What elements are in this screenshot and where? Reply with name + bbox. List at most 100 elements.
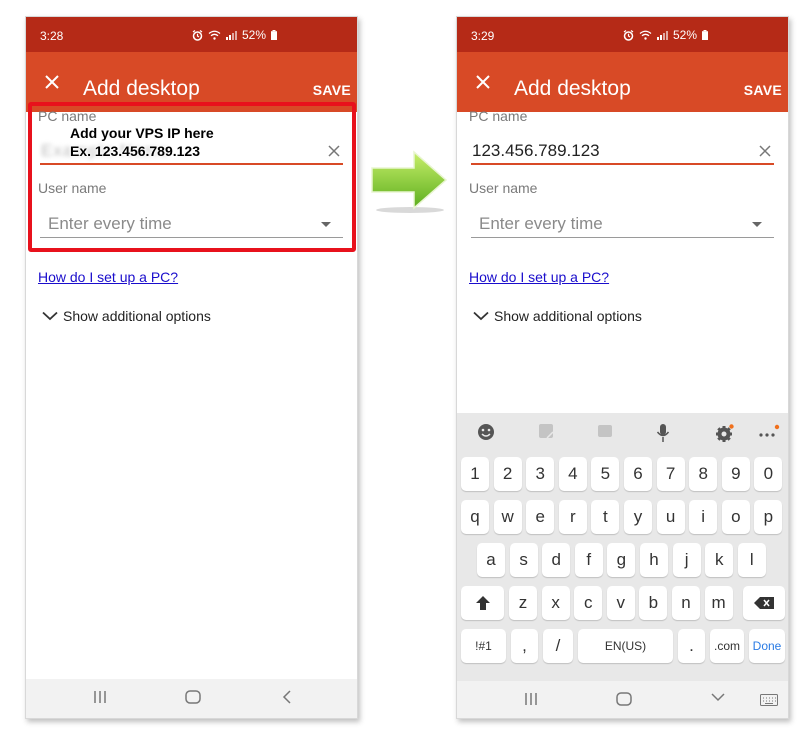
key-a-0[interactable]: a bbox=[477, 543, 505, 577]
emoji-icon[interactable] bbox=[477, 423, 495, 441]
app-bar: Add desktop SAVE bbox=[26, 52, 357, 112]
chevron-down-icon bbox=[42, 311, 58, 321]
user-name-dropdown[interactable]: Enter every time bbox=[40, 209, 343, 238]
key-z-2[interactable]: c bbox=[574, 586, 603, 620]
recent-apps-icon[interactable] bbox=[93, 690, 107, 704]
key-q-1[interactable]: w bbox=[493, 500, 522, 534]
key-q-6[interactable]: u bbox=[656, 500, 685, 534]
key-q-2[interactable]: e bbox=[526, 500, 555, 534]
left-phone-screen: 3:28 52% Add desktop SAVE PC name Exampl… bbox=[25, 16, 358, 719]
key-numbers-0[interactable]: 1 bbox=[461, 457, 489, 491]
help-link[interactable]: How do I set up a PC? bbox=[38, 269, 178, 285]
close-button[interactable] bbox=[38, 68, 66, 96]
alarm-icon bbox=[192, 29, 203, 41]
battery-percent: 52% bbox=[673, 28, 698, 42]
key-a-8[interactable]: l bbox=[737, 543, 766, 577]
key-q-3[interactable]: r bbox=[558, 500, 587, 534]
more-icon[interactable] bbox=[758, 423, 780, 443]
alarm-icon bbox=[623, 29, 634, 41]
key-z-6[interactable]: m bbox=[704, 586, 733, 620]
chevron-down-icon bbox=[473, 311, 489, 321]
key-numbers-9[interactable]: 0 bbox=[754, 457, 783, 491]
key-numbers-4[interactable]: 5 bbox=[591, 457, 620, 491]
backspace-key[interactable] bbox=[743, 586, 785, 620]
user-name-value: Enter every time bbox=[48, 214, 172, 233]
user-name-label: User name bbox=[469, 180, 538, 196]
key-q-7[interactable]: i bbox=[689, 500, 718, 534]
key-z-0[interactable]: z bbox=[509, 586, 537, 620]
period-key[interactable]: . bbox=[678, 629, 705, 663]
status-time: 3:29 bbox=[471, 29, 495, 43]
show-additional-options[interactable]: Show additional options bbox=[42, 308, 211, 324]
recent-apps-icon[interactable] bbox=[524, 692, 538, 706]
close-button[interactable] bbox=[469, 68, 497, 96]
key-a-3[interactable]: f bbox=[574, 543, 603, 577]
show-additional-options-label: Show additional options bbox=[63, 308, 211, 324]
key-numbers-7[interactable]: 8 bbox=[689, 457, 718, 491]
symbols-key[interactable]: !#1 bbox=[461, 629, 506, 663]
pc-name-value: 123.456.789.123 bbox=[472, 141, 600, 160]
key-a-2[interactable]: d bbox=[542, 543, 571, 577]
dotcom-key[interactable]: .com bbox=[710, 629, 744, 663]
key-q-8[interactable]: o bbox=[721, 500, 750, 534]
microphone-icon[interactable] bbox=[656, 423, 670, 443]
key-z-1[interactable]: x bbox=[541, 586, 570, 620]
key-numbers-2[interactable]: 3 bbox=[526, 457, 555, 491]
home-icon[interactable] bbox=[185, 690, 201, 704]
shift-key[interactable] bbox=[461, 586, 504, 620]
home-icon[interactable] bbox=[616, 692, 632, 706]
pc-name-input[interactable]: 123.456.789.123 bbox=[471, 135, 774, 165]
key-a-5[interactable]: h bbox=[640, 543, 668, 577]
keyboard-switch-icon[interactable] bbox=[760, 694, 778, 706]
hide-keyboard-icon[interactable] bbox=[711, 692, 725, 702]
key-numbers-8[interactable]: 9 bbox=[721, 457, 750, 491]
dropdown-arrow-icon bbox=[752, 222, 762, 227]
key-z-4[interactable]: b bbox=[639, 586, 668, 620]
key-numbers-6[interactable]: 7 bbox=[656, 457, 685, 491]
clear-icon[interactable] bbox=[327, 144, 341, 158]
app-bar: Add desktop SAVE bbox=[457, 52, 788, 112]
pc-name-label: PC name bbox=[469, 108, 528, 124]
key-q-0[interactable]: q bbox=[461, 500, 489, 534]
sticker-icon[interactable] bbox=[538, 423, 554, 439]
key-numbers-5[interactable]: 6 bbox=[624, 457, 652, 491]
dropdown-arrow-icon bbox=[321, 222, 331, 227]
back-icon[interactable] bbox=[282, 690, 292, 704]
save-button[interactable]: SAVE bbox=[313, 82, 351, 98]
show-additional-options[interactable]: Show additional options bbox=[473, 308, 642, 324]
user-name-dropdown[interactable]: Enter every time bbox=[471, 209, 774, 238]
battery-percent: 52% bbox=[242, 28, 267, 42]
key-a-6[interactable]: j bbox=[672, 543, 701, 577]
keyboard-row-a: asdfghjkl bbox=[461, 543, 784, 579]
shift-icon bbox=[475, 596, 490, 610]
key-q-5[interactable]: y bbox=[624, 500, 652, 534]
page-title: Add desktop bbox=[83, 77, 200, 100]
gif-icon[interactable] bbox=[597, 423, 613, 439]
close-icon bbox=[476, 75, 490, 89]
battery-icon bbox=[702, 30, 709, 40]
show-additional-options-label: Show additional options bbox=[494, 308, 642, 324]
key-q-9[interactable]: p bbox=[754, 500, 783, 534]
save-button[interactable]: SAVE bbox=[744, 82, 782, 98]
space-key[interactable]: EN(US) bbox=[578, 629, 673, 663]
key-z-3[interactable]: v bbox=[606, 586, 635, 620]
gear-icon[interactable] bbox=[715, 423, 735, 443]
key-numbers-3[interactable]: 4 bbox=[558, 457, 587, 491]
navigation-bar bbox=[26, 679, 357, 718]
annotation-line-2: Ex. 123.456.789.123 bbox=[70, 143, 201, 159]
key-a-1[interactable]: s bbox=[509, 543, 538, 577]
clear-icon[interactable] bbox=[758, 144, 772, 158]
done-key[interactable]: Done bbox=[749, 629, 785, 663]
key-a-7[interactable]: k bbox=[705, 543, 734, 577]
status-time: 3:28 bbox=[40, 29, 64, 43]
keyboard-row-numbers: 1234567890 bbox=[461, 457, 784, 493]
help-link[interactable]: How do I set up a PC? bbox=[469, 269, 609, 285]
key-z-5[interactable]: n bbox=[672, 586, 700, 620]
key-q-4[interactable]: t bbox=[591, 500, 620, 534]
key-a-4[interactable]: g bbox=[607, 543, 636, 577]
slash-key[interactable]: / bbox=[543, 629, 573, 663]
key-numbers-1[interactable]: 2 bbox=[493, 457, 522, 491]
navigation-bar bbox=[457, 681, 788, 718]
comma-key[interactable]: , bbox=[511, 629, 538, 663]
keyboard-row-bottom: !#1 , / EN(US) . .com Done bbox=[461, 629, 785, 665]
